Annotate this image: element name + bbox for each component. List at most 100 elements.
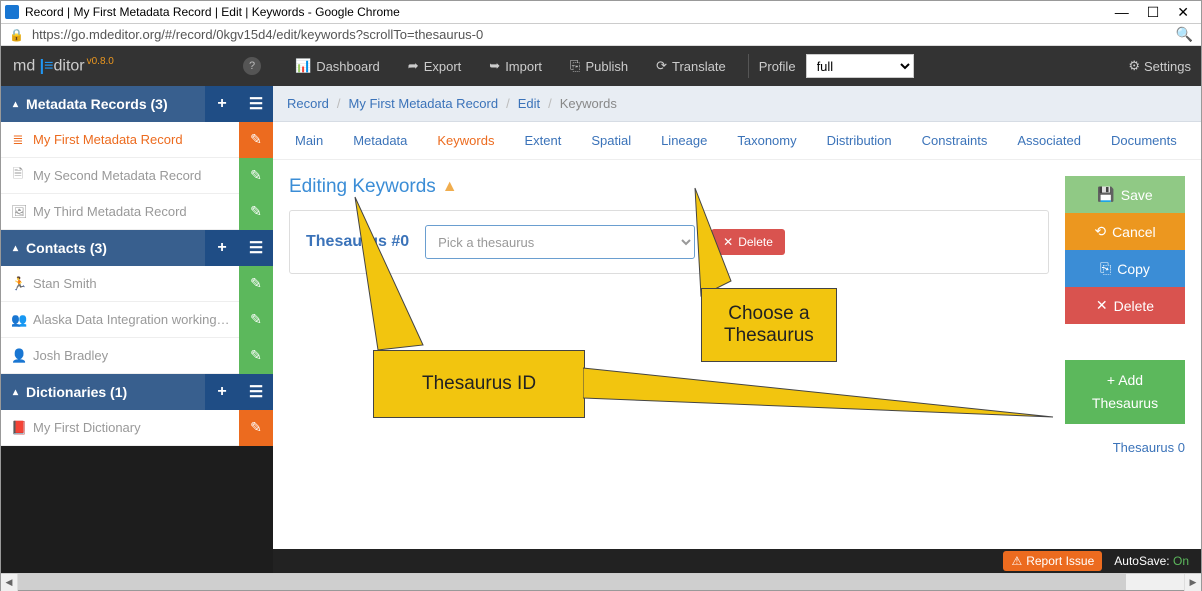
edit-icon[interactable]: ✎ bbox=[239, 266, 273, 302]
close-button[interactable]: ✕ bbox=[1177, 4, 1189, 21]
status-bar: ⚠Report Issue AutoSave: On bbox=[273, 549, 1201, 573]
list-dictionaries-button[interactable]: ☰ bbox=[239, 374, 273, 410]
group-icon: 👥 bbox=[11, 312, 25, 328]
list-contacts-button[interactable]: ☰ bbox=[239, 230, 273, 266]
plus-icon: + bbox=[1107, 372, 1118, 388]
edit-icon[interactable]: ✎ bbox=[239, 410, 273, 446]
tab-spatial[interactable]: Spatial bbox=[583, 123, 639, 158]
thesaurus-label: Thesaurus #0 bbox=[306, 233, 409, 251]
delete-thesaurus-button[interactable]: ✕ Delete bbox=[711, 229, 785, 255]
sidebar-item-contact-0[interactable]: 🏃 Stan Smith ✎ bbox=[1, 266, 273, 302]
crumb-current: Keywords bbox=[560, 96, 617, 111]
thesaurus-link[interactable]: Thesaurus 0 bbox=[1065, 440, 1185, 455]
brand-logo[interactable]: md |≡ditorv0.8.0 bbox=[13, 56, 114, 75]
nav-translate[interactable]: ⟳Translate bbox=[644, 50, 738, 82]
chevron-up-icon: ▴ bbox=[13, 99, 18, 110]
profile-select[interactable]: full bbox=[806, 54, 914, 78]
scroll-left-icon[interactable]: ◀ bbox=[1, 574, 18, 591]
profile-label: Profile bbox=[759, 59, 796, 74]
tab-associated[interactable]: Associated bbox=[1009, 123, 1089, 158]
edit-icon[interactable]: ✎ bbox=[239, 338, 273, 374]
tab-extent[interactable]: Extent bbox=[516, 123, 569, 158]
sidebar-item-contact-1[interactable]: 👥 Alaska Data Integration working… ✎ bbox=[1, 302, 273, 338]
tab-constraints[interactable]: Constraints bbox=[914, 123, 996, 158]
sidebar-item-contact-2[interactable]: 👤 Josh Bradley ✎ bbox=[1, 338, 273, 374]
sidebar-group-contacts[interactable]: ▴ Contacts (3) + ☰ bbox=[1, 230, 273, 266]
nav-import[interactable]: ➥Import bbox=[477, 50, 554, 82]
publish-icon: ⎘ bbox=[570, 58, 580, 74]
address-bar[interactable]: 🔒 https://go.mdeditor.org/#/record/0kgv1… bbox=[1, 24, 1201, 46]
sidebar-group-records[interactable]: ▴ Metadata Records (3) + ☰ bbox=[1, 86, 273, 122]
sidebar-item-record-1[interactable]: 🗎 My Second Metadata Record ✎ bbox=[1, 158, 273, 194]
edit-icon[interactable]: ✎ bbox=[239, 158, 273, 194]
nav-dashboard[interactable]: 📊Dashboard bbox=[283, 50, 392, 82]
horizontal-scrollbar[interactable]: ◀ ▶ bbox=[1, 573, 1201, 590]
crumb-record[interactable]: Record bbox=[287, 96, 329, 111]
sidebar-item-record-2[interactable]: 🖼 My Third Metadata Record ✎ bbox=[1, 194, 273, 230]
favicon bbox=[5, 5, 19, 19]
close-icon: ✕ bbox=[1096, 297, 1108, 314]
breadcrumb: Record / My First Metadata Record / Edit… bbox=[273, 86, 1201, 122]
tab-taxonomy[interactable]: Taxonomy bbox=[729, 123, 804, 158]
edit-icon[interactable]: ✎ bbox=[239, 122, 273, 158]
sidebar-item-dictionary-0[interactable]: 📕 My First Dictionary ✎ bbox=[1, 410, 273, 446]
add-thesaurus-button[interactable]: + Add Thesaurus bbox=[1065, 360, 1185, 424]
scrollbar-track[interactable] bbox=[18, 574, 1184, 590]
chevron-up-icon: ▴ bbox=[13, 387, 18, 398]
scroll-right-icon[interactable]: ▶ bbox=[1184, 574, 1201, 591]
tab-lineage[interactable]: Lineage bbox=[653, 123, 715, 158]
translate-icon: ⟳ bbox=[656, 58, 667, 74]
thesaurus-select[interactable]: Pick a thesaurus bbox=[425, 225, 695, 259]
main-panel: Record / My First Metadata Record / Edit… bbox=[273, 86, 1201, 573]
person-icon: 🏃 bbox=[11, 276, 25, 292]
report-issue-button[interactable]: ⚠Report Issue bbox=[1003, 551, 1102, 571]
delete-button[interactable]: ✕Delete bbox=[1065, 287, 1185, 324]
alert-icon: ⚠ bbox=[1011, 554, 1022, 568]
help-icon[interactable]: ? bbox=[243, 57, 261, 75]
page-title: Editing Keywords ▲ bbox=[289, 176, 1049, 198]
close-icon: ✕ bbox=[723, 235, 733, 249]
sidebar: ▴ Metadata Records (3) + ☰ ≣ My First Me… bbox=[1, 86, 273, 573]
copy-button[interactable]: ⎘Copy bbox=[1065, 250, 1185, 287]
top-bar: md |≡ditorv0.8.0 ? 📊Dashboard ➦Export ➥I… bbox=[1, 46, 1201, 86]
add-contact-button[interactable]: + bbox=[205, 230, 239, 266]
scrollbar-thumb[interactable] bbox=[18, 574, 1126, 590]
import-icon: ➥ bbox=[489, 58, 500, 74]
add-record-button[interactable]: + bbox=[205, 86, 239, 122]
save-button[interactable]: 💾Save bbox=[1065, 176, 1185, 213]
tab-metadata[interactable]: Metadata bbox=[345, 123, 415, 158]
url-text: https://go.mdeditor.org/#/record/0kgv15d… bbox=[32, 27, 1176, 42]
sidebar-group-dictionaries[interactable]: ▴ Dictionaries (1) + ☰ bbox=[1, 374, 273, 410]
search-icon[interactable]: 🔍 bbox=[1176, 26, 1193, 43]
save-icon: 💾 bbox=[1097, 186, 1114, 203]
logo-icon: |≡ bbox=[40, 58, 54, 75]
edit-icon[interactable]: ✎ bbox=[239, 302, 273, 338]
tab-documents[interactable]: Documents bbox=[1103, 123, 1185, 158]
sidebar-item-record-0[interactable]: ≣ My First Metadata Record ✎ bbox=[1, 122, 273, 158]
list-records-button[interactable]: ☰ bbox=[239, 86, 273, 122]
window-title: Record | My First Metadata Record | Edit… bbox=[25, 5, 1115, 19]
copy-icon: ⎘ bbox=[1100, 260, 1111, 277]
tab-keywords[interactable]: Keywords bbox=[429, 123, 502, 158]
brand: md |≡ditorv0.8.0 ? bbox=[1, 56, 273, 75]
crumb-title[interactable]: My First Metadata Record bbox=[349, 96, 499, 111]
crumb-edit[interactable]: Edit bbox=[518, 96, 540, 111]
nav-settings[interactable]: ⚙Settings bbox=[1128, 58, 1191, 74]
autosave-status: AutoSave: On bbox=[1114, 554, 1189, 568]
cancel-button[interactable]: ⟲Cancel bbox=[1065, 213, 1185, 250]
chrome-titlebar: Record | My First Metadata Record | Edit… bbox=[1, 1, 1201, 24]
minimize-button[interactable]: — bbox=[1115, 4, 1129, 21]
thesaurus-card: Thesaurus #0 Pick a thesaurus ✕ Delete bbox=[289, 210, 1049, 274]
book-icon: 📕 bbox=[11, 420, 25, 436]
edit-icon[interactable]: ✎ bbox=[239, 194, 273, 230]
tab-distribution[interactable]: Distribution bbox=[819, 123, 900, 158]
warning-icon: ▲ bbox=[442, 178, 458, 196]
add-dictionary-button[interactable]: + bbox=[205, 374, 239, 410]
tab-funding[interactable]: Fundin bbox=[1199, 123, 1201, 158]
top-nav: 📊Dashboard ➦Export ➥Import ⎘Publish ⟳Tra… bbox=[273, 50, 1201, 82]
maximize-button[interactable]: ☐ bbox=[1147, 4, 1160, 21]
nav-publish[interactable]: ⎘Publish bbox=[558, 50, 640, 82]
record-icon: 🖼 bbox=[11, 204, 25, 220]
tab-main[interactable]: Main bbox=[287, 123, 331, 158]
nav-export[interactable]: ➦Export bbox=[396, 50, 473, 82]
